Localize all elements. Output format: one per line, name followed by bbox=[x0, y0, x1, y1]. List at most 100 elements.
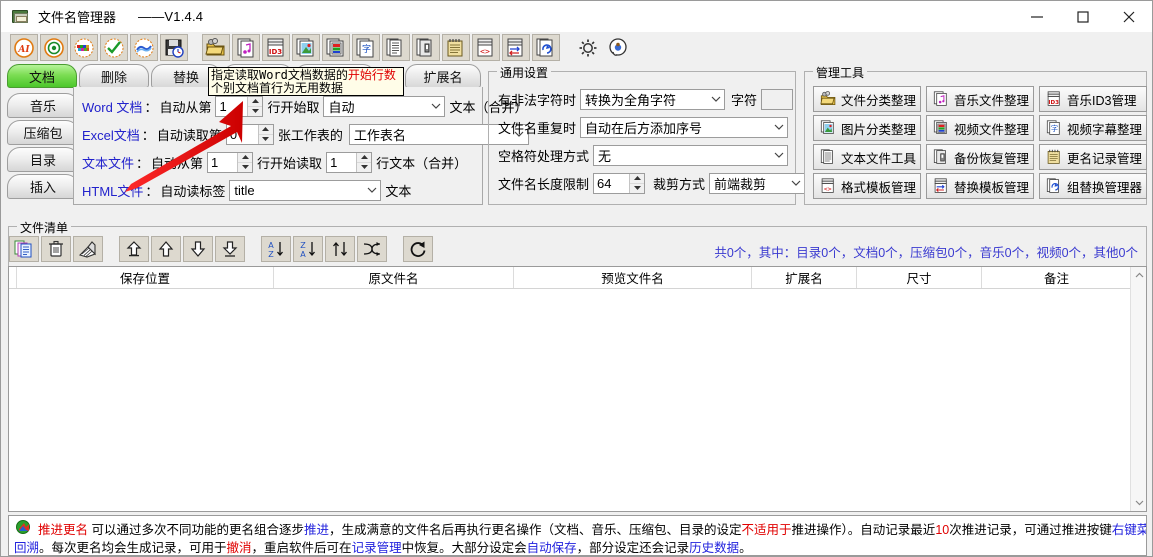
stepper-down-icon[interactable] bbox=[238, 163, 252, 172]
th-preview-name[interactable]: 预览文件名 bbox=[514, 267, 752, 288]
refresh-icon[interactable] bbox=[403, 236, 433, 262]
btn-format-template[interactable]: <> 格式模板管理 bbox=[813, 173, 921, 199]
minimize-button[interactable] bbox=[1014, 1, 1060, 32]
stepper-arrows[interactable] bbox=[237, 152, 253, 172]
btn-backup-restore[interactable]: 备份恢复管理 bbox=[926, 144, 1034, 170]
eye-preview-icon[interactable] bbox=[40, 34, 68, 61]
excel-sheet-index-stepper[interactable]: 0 bbox=[225, 123, 274, 145]
sort-reverse-icon[interactable] bbox=[325, 236, 355, 262]
scroll-down-icon[interactable] bbox=[1131, 495, 1147, 511]
group-replace-icon[interactable] bbox=[532, 34, 560, 61]
clear-all-icon[interactable] bbox=[73, 236, 103, 262]
status-segment-0[interactable]: 回溯 bbox=[14, 541, 39, 555]
rainbow-grid-icon[interactable] bbox=[70, 34, 98, 61]
th-save-location[interactable]: 保存位置 bbox=[17, 267, 274, 288]
space-handling-select[interactable]: 无 bbox=[593, 144, 789, 166]
video-files-icon[interactable] bbox=[322, 34, 350, 61]
sidebar-tab-archive[interactable]: 压缩包 bbox=[7, 120, 79, 145]
delete-icon[interactable] bbox=[41, 236, 71, 262]
btn-rename-log[interactable]: 更名记录管理 bbox=[1039, 144, 1147, 170]
btn-video-subtitle[interactable]: 字 视频字幕整理 bbox=[1039, 115, 1147, 141]
th-extension[interactable]: 扩展名 bbox=[752, 267, 857, 288]
save-clock-icon[interactable] bbox=[160, 34, 188, 61]
html-tag-value: title bbox=[234, 182, 255, 198]
backup-icon[interactable] bbox=[412, 34, 440, 61]
status-segment-2[interactable]: 推进 bbox=[304, 523, 329, 537]
html-sep: ： bbox=[145, 183, 159, 199]
about-icon[interactable] bbox=[604, 34, 632, 61]
text-line-count-stepper[interactable]: 1 bbox=[326, 151, 373, 173]
table-body[interactable] bbox=[9, 289, 1129, 511]
stepper-arrows[interactable] bbox=[629, 173, 645, 193]
stepper-up-icon[interactable] bbox=[248, 97, 263, 107]
btn-picture-classify[interactable]: 图片分类整理 bbox=[813, 115, 921, 141]
illegal-char-select[interactable]: 转换为全角字符 bbox=[580, 88, 726, 110]
stepper-arrows[interactable] bbox=[247, 96, 263, 116]
settings-gear-icon[interactable] bbox=[574, 34, 602, 61]
stepper-arrows[interactable] bbox=[356, 152, 372, 172]
duplicate-name-select[interactable]: 自动在后方添加序号 bbox=[580, 116, 789, 138]
btn-music-organize[interactable]: 音乐文件整理 bbox=[926, 86, 1034, 112]
btn-text-tools[interactable]: 文本文件工具 bbox=[813, 144, 921, 170]
text-files-icon[interactable] bbox=[382, 34, 410, 61]
btn-file-classify[interactable]: 文件分类整理 bbox=[813, 86, 921, 112]
blue-wave-icon[interactable] bbox=[130, 34, 158, 61]
status-segment-4[interactable]: 记录管理 bbox=[352, 541, 402, 555]
text-start-line-stepper[interactable]: 1 bbox=[207, 151, 254, 173]
maximize-button[interactable] bbox=[1060, 1, 1106, 32]
stepper-up-icon[interactable] bbox=[258, 125, 273, 135]
status-segment-8[interactable]: 右键菜单 bbox=[1112, 523, 1146, 537]
length-limit-stepper[interactable]: 64 bbox=[593, 172, 646, 194]
move-down-icon[interactable] bbox=[183, 236, 213, 262]
stepper-down-icon[interactable] bbox=[630, 184, 644, 193]
move-top-icon[interactable] bbox=[119, 236, 149, 262]
add-files-icon[interactable] bbox=[9, 236, 39, 262]
sidebar-tab-music[interactable]: 音乐 bbox=[7, 93, 79, 118]
move-bottom-icon[interactable] bbox=[215, 236, 245, 262]
shuffle-icon[interactable] bbox=[357, 236, 387, 262]
table-vertical-scrollbar[interactable] bbox=[1130, 267, 1146, 511]
status-segment-6[interactable]: 自动保存 bbox=[527, 541, 577, 555]
html-tag-select[interactable]: title bbox=[229, 179, 382, 201]
id3-icon[interactable]: ID3 bbox=[262, 34, 290, 61]
stepper-down-icon[interactable] bbox=[259, 135, 273, 144]
crop-mode-select[interactable]: 前端裁剪 bbox=[709, 172, 806, 194]
status-segment-8[interactable]: 历史数据 bbox=[689, 541, 739, 555]
char-extra-input[interactable] bbox=[761, 88, 794, 110]
sidebar-tab-insert[interactable]: 插入 bbox=[7, 174, 79, 199]
close-button[interactable] bbox=[1106, 1, 1152, 32]
format-template-icon[interactable]: <> bbox=[472, 34, 500, 61]
sort-az-icon[interactable]: A Z bbox=[261, 236, 291, 262]
tab-extension[interactable]: 扩展名 bbox=[405, 64, 481, 88]
folder-stack-icon[interactable] bbox=[202, 34, 230, 61]
check-apply-icon[interactable] bbox=[100, 34, 128, 61]
stepper-down-icon[interactable] bbox=[357, 163, 371, 172]
tab-delete[interactable]: 删除 bbox=[79, 64, 149, 88]
chevron-down-icon bbox=[363, 187, 380, 193]
rename-log-icon[interactable] bbox=[442, 34, 470, 61]
sort-za-icon[interactable]: Z A bbox=[293, 236, 323, 262]
word-mode-select[interactable]: 自动 bbox=[323, 95, 446, 117]
stepper-up-icon[interactable] bbox=[630, 174, 645, 184]
stepper-up-icon[interactable] bbox=[238, 153, 253, 163]
ai-icon[interactable]: AI bbox=[10, 34, 38, 61]
tab-document[interactable]: 文档 bbox=[7, 64, 77, 88]
th-original-name[interactable]: 原文件名 bbox=[274, 267, 514, 288]
sidebar-tab-directory[interactable]: 目录 bbox=[7, 147, 79, 172]
picture-files-icon[interactable] bbox=[292, 34, 320, 61]
scroll-up-icon[interactable] bbox=[1131, 267, 1147, 283]
stepper-up-icon[interactable] bbox=[357, 153, 372, 163]
btn-video-organize[interactable]: 视频文件整理 bbox=[926, 115, 1034, 141]
btn-music-id3[interactable]: ID3 音乐ID3管理 bbox=[1039, 86, 1147, 112]
th-size[interactable]: 尺寸 bbox=[857, 267, 982, 288]
btn-replace-template[interactable]: 替换模板管理 bbox=[926, 173, 1034, 199]
subtitle-icon[interactable]: 字 bbox=[352, 34, 380, 61]
th-remark[interactable]: 备注 bbox=[982, 267, 1131, 288]
move-up-icon[interactable] bbox=[151, 236, 181, 262]
word-start-line-stepper[interactable]: 1 bbox=[215, 95, 264, 117]
btn-group-replace[interactable]: 组替换管理器 bbox=[1039, 173, 1147, 199]
stepper-down-icon[interactable] bbox=[248, 107, 262, 116]
music-files-icon[interactable] bbox=[232, 34, 260, 61]
replace-template-icon[interactable] bbox=[502, 34, 530, 61]
stepper-arrows[interactable] bbox=[257, 124, 273, 144]
